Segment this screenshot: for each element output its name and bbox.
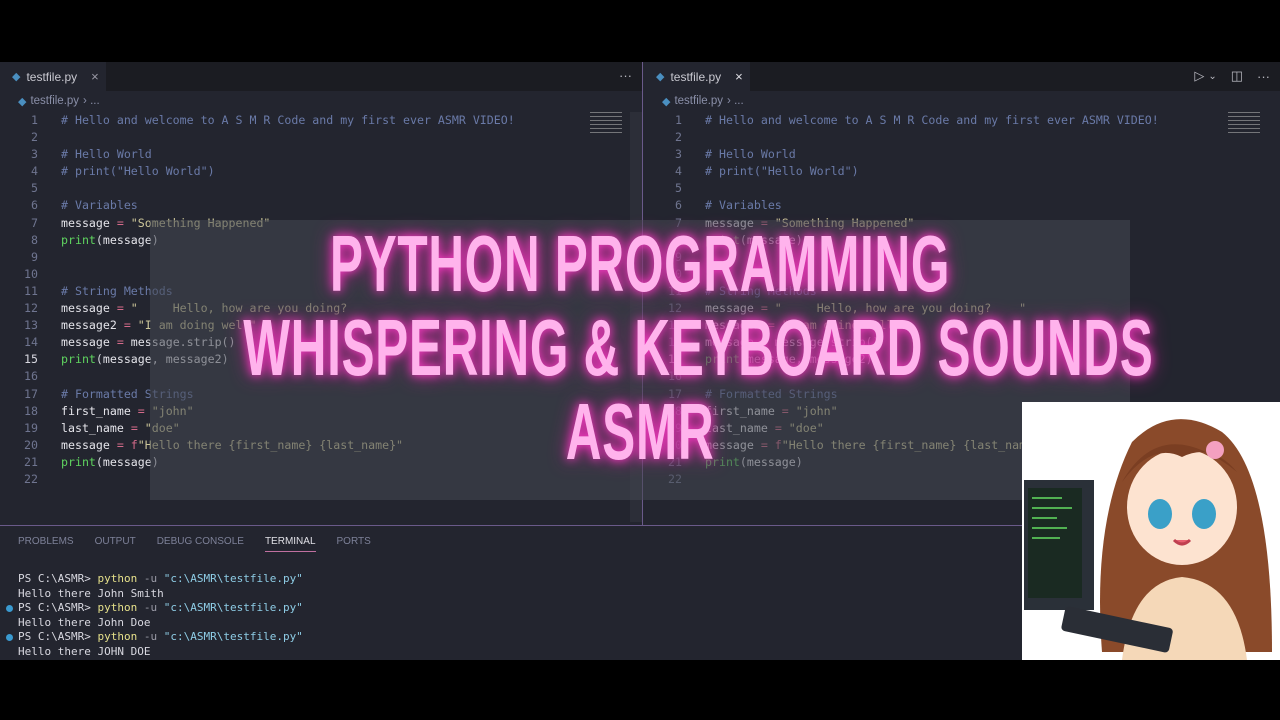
panel-tab-ports[interactable]: PORTS xyxy=(337,536,371,552)
terminal-token: PS C:\ASMR> xyxy=(18,630,98,644)
line-number: 2 xyxy=(675,130,682,145)
line-number: 5 xyxy=(31,181,38,196)
terminal-line: Hello there John Smith xyxy=(18,587,303,602)
panel-tab-debug-console[interactable]: DEBUG CONSOLE xyxy=(157,536,244,552)
code-line[interactable]: 5 xyxy=(644,180,1280,197)
code-line[interactable]: 5 xyxy=(0,180,642,197)
code-line[interactable]: 3 # Hello World xyxy=(0,146,642,163)
terminal-output[interactable]: PS C:\ASMR> python -u "c:\ASMR\testfile.… xyxy=(6,572,303,660)
chevron-down-icon[interactable]: ⌄ xyxy=(1208,71,1216,82)
tab-bar: ◆ testfile.py × ··· xyxy=(0,62,642,91)
code-line[interactable]: 2 xyxy=(0,129,642,146)
title-line-3: ASMR xyxy=(565,387,715,476)
terminal-token: "c:\ASMR\testfile.py" xyxy=(163,601,303,615)
line-number: 3 xyxy=(31,147,38,162)
tab-testfile[interactable]: ◆ testfile.py × xyxy=(644,62,750,91)
code-token: # Hello World xyxy=(705,147,796,162)
python-file-icon: ◆ xyxy=(662,96,671,108)
breadcrumb-file[interactable]: testfile.py xyxy=(30,95,79,111)
command-status-dot-icon[interactable] xyxy=(6,605,13,613)
breadcrumb-rest[interactable]: › ... xyxy=(83,95,100,111)
code-token: # print("Hello World") xyxy=(705,164,859,179)
code-token: # Variables xyxy=(61,198,138,213)
command-status-dot-icon[interactable] xyxy=(6,634,13,642)
line-number: 2 xyxy=(31,130,38,145)
terminal-token: "c:\ASMR\testfile.py" xyxy=(163,630,303,644)
code-token: # Variables xyxy=(705,198,782,213)
breadcrumb: ◆ testfile.py › ... xyxy=(644,91,1280,111)
terminal-line: PS C:\ASMR> python -u "c:\ASMR\testfile.… xyxy=(18,572,303,587)
code-token: # Hello World xyxy=(61,147,152,162)
terminal-token: PS C:\ASMR> xyxy=(18,572,98,585)
terminal-token: Hello there JOHN DOE xyxy=(18,644,151,658)
breadcrumb-file[interactable]: testfile.py xyxy=(674,95,723,111)
terminal-token: Hello there John Smith xyxy=(18,586,164,600)
close-icon[interactable]: × xyxy=(91,69,99,84)
terminal-line: Hello there JOHN DOE xyxy=(18,645,303,660)
minimap[interactable] xyxy=(1228,112,1260,134)
tab-testfile[interactable]: ◆ testfile.py × xyxy=(0,62,106,91)
terminal-token: PS C:\ASMR> xyxy=(18,601,98,615)
line-number: 3 xyxy=(675,147,682,162)
line-number: 1 xyxy=(675,113,682,127)
terminal-token: "c:\ASMR\testfile.py" xyxy=(163,572,303,585)
tab-label: testfile.py xyxy=(26,69,78,84)
terminal-token: python xyxy=(97,601,138,615)
code-token: # Hello and welcome to A S M R Code and … xyxy=(705,113,1159,127)
title-line-2: WHISPERING & KEYBOARD SOUNDS xyxy=(243,303,1154,392)
code-line[interactable]: 6 # Variables xyxy=(644,197,1280,214)
tab-bar: ◆ testfile.py × ▷ ⌄ ◫ ··· xyxy=(644,62,1280,91)
terminal-token: -u xyxy=(137,572,164,585)
panel-tab-terminal[interactable]: TERMINAL xyxy=(264,536,316,552)
anime-girl-illustration xyxy=(1022,402,1280,660)
code-line[interactable]: 4 # print("Hello World") xyxy=(644,163,1280,180)
python-file-icon: ◆ xyxy=(18,96,27,108)
terminal-token: python xyxy=(97,572,138,585)
title-line-1: PYTHON PROGRAMMING xyxy=(329,219,951,308)
code-line[interactable]: 1 # Hello and welcome to A S M R Code and… xyxy=(644,112,1280,129)
code-line[interactable]: 6 # Variables xyxy=(0,197,642,214)
panel-tab-problems[interactable]: PROBLEMS xyxy=(18,536,74,552)
more-actions-icon[interactable]: ··· xyxy=(619,68,632,83)
line-number: 4 xyxy=(31,164,38,179)
terminal-token: Hello there John Doe xyxy=(18,615,151,629)
line-number: 5 xyxy=(675,181,682,196)
code-token: # Hello and welcome to A S M R Code and … xyxy=(61,113,515,127)
line-number: 4 xyxy=(675,164,682,179)
tab-label: testfile.py xyxy=(670,69,722,84)
panel-tab-output[interactable]: OUTPUT xyxy=(95,536,136,552)
terminal-token: -u xyxy=(137,630,164,644)
more-actions-icon[interactable]: ··· xyxy=(1257,69,1270,84)
split-editor-icon[interactable]: ◫ xyxy=(1231,68,1243,84)
line-number: 1 xyxy=(31,113,38,127)
breadcrumb-rest[interactable]: › ... xyxy=(727,95,744,111)
code-line[interactable]: 2 xyxy=(644,129,1280,146)
terminal-line: PS C:\ASMR> python -u "c:\ASMR\testfile.… xyxy=(6,601,303,616)
terminal-line: PS C:\ASMR> python -u "c:\ASMR\testfile.… xyxy=(6,630,303,645)
terminal-line: Hello there John Doe xyxy=(18,616,303,631)
close-icon[interactable]: × xyxy=(735,69,743,84)
python-file-icon: ◆ xyxy=(656,71,665,83)
code-line[interactable]: 3 # Hello World xyxy=(644,146,1280,163)
run-icon[interactable]: ▷ xyxy=(1194,68,1204,84)
line-number: 6 xyxy=(675,198,682,213)
line-number: 6 xyxy=(31,198,38,213)
python-file-icon: ◆ xyxy=(12,71,21,83)
code-line[interactable]: 4 # print("Hello World") xyxy=(0,163,642,180)
breadcrumb: ◆ testfile.py › ... xyxy=(0,91,642,111)
code-line[interactable]: 1 # Hello and welcome to A S M R Code and… xyxy=(0,112,642,129)
minimap[interactable] xyxy=(590,112,622,134)
terminal-token: -u xyxy=(137,601,164,615)
terminal-token: python xyxy=(97,630,138,644)
code-token: # print("Hello World") xyxy=(61,164,215,179)
